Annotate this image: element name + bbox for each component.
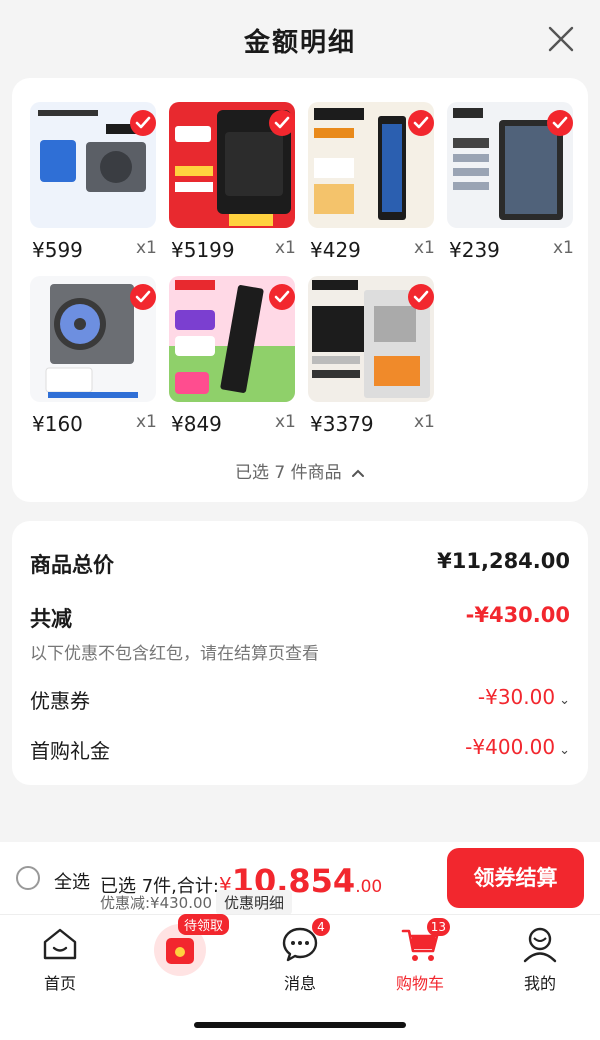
selected-check-icon[interactable]	[269, 284, 295, 310]
selected-count-label: 已选 7 件商品	[234, 463, 342, 483]
pending-badge: 待领取	[178, 914, 230, 935]
cart-icon: 13	[400, 918, 450, 964]
red-packet-icon: 待领取	[152, 914, 230, 978]
tab-mine[interactable]: 我的	[480, 924, 600, 994]
home-icon	[40, 924, 80, 964]
product-qty: x1	[553, 238, 574, 258]
gift-row[interactable]: -¥400.00 ⌄	[465, 735, 570, 759]
selected-check-icon[interactable]	[408, 284, 434, 310]
home-indicator	[194, 1022, 406, 1028]
chevron-down-icon: ⌄	[559, 693, 570, 708]
selected-check-icon[interactable]	[130, 110, 156, 136]
total-label: 商品总价	[30, 553, 114, 577]
coupon-row[interactable]: -¥30.00 ⌄	[478, 685, 570, 709]
select-all-label[interactable]: 全选	[54, 868, 90, 894]
product-price: ¥3379	[310, 412, 374, 436]
product-price: ¥429	[310, 238, 361, 262]
product-price: ¥5199	[171, 238, 235, 262]
tab-messages[interactable]: 4 消息	[240, 918, 360, 994]
price-breakdown-card: 商品总价 ¥11,284.00 共减 -¥430.00 以下优惠不包含红包，请在…	[12, 521, 588, 785]
selected-count-toggle[interactable]: 已选 7 件商品	[12, 458, 588, 483]
close-icon[interactable]	[548, 26, 574, 52]
page-title: 金额明细	[243, 28, 356, 58]
product-price: ¥849	[171, 412, 222, 436]
coupon-label: 优惠券	[30, 689, 90, 713]
checkout-button[interactable]: 领券结算	[447, 848, 584, 908]
gift-value: -¥400.00	[465, 735, 556, 759]
coupon-value: -¥30.00	[477, 685, 556, 709]
total-amount-decimal: .00	[355, 877, 383, 897]
product-price: ¥160	[32, 412, 83, 436]
bottom-bar: 全选 已选 7件,合计:¥10,854.00 优惠减:¥430.00 优惠明细 …	[0, 842, 600, 1040]
discount-summary: 优惠减:¥430.00	[100, 894, 213, 912]
gift-label: 首购礼金	[30, 739, 110, 763]
product-price: ¥599	[32, 238, 83, 262]
tab-pending[interactable]: 待领取	[120, 914, 240, 980]
tab-cart[interactable]: 13 购物车	[360, 918, 480, 994]
user-icon	[520, 924, 560, 964]
selected-check-icon[interactable]	[130, 284, 156, 310]
tab-home-label: 首页	[43, 974, 76, 993]
tab-bar: 首页 待领取 4 消息 13 购物车 我的	[0, 914, 600, 994]
product-qty: x1	[275, 238, 296, 258]
tab-home[interactable]: 首页	[0, 924, 120, 994]
selected-check-icon[interactable]	[269, 110, 295, 136]
product-qty: x1	[414, 412, 435, 432]
product-qty: x1	[136, 412, 157, 432]
product-qty: x1	[136, 238, 157, 258]
select-all-radio[interactable]	[16, 866, 40, 890]
selected-check-icon[interactable]	[547, 110, 573, 136]
message-icon: 4	[280, 918, 330, 964]
product-qty: x1	[414, 238, 435, 258]
discount-detail-button[interactable]: 优惠明细	[216, 890, 293, 915]
chevron-down-icon: ⌄	[559, 743, 570, 758]
reduce-label: 共减	[30, 607, 72, 631]
products-card: ¥599 x1 ¥5199 x1 ¥429 x1 ¥239 x1 ¥160 x1…	[12, 78, 588, 502]
selected-check-icon[interactable]	[408, 110, 434, 136]
tab-messages-label: 消息	[283, 974, 316, 993]
reduce-value: -¥430.00	[465, 603, 570, 627]
product-price: ¥239	[449, 238, 500, 262]
tab-mine-label: 我的	[523, 974, 556, 993]
chevron-up-icon	[351, 463, 365, 483]
discount-note: 以下优惠不包含红包，请在结算页查看	[30, 644, 319, 664]
total-value: ¥11,284.00	[437, 549, 570, 573]
messages-badge: 4	[312, 918, 330, 936]
tab-cart-label: 购物车	[395, 974, 444, 993]
header: 金额明细	[0, 0, 600, 80]
cart-badge: 13	[426, 918, 450, 936]
product-qty: x1	[275, 412, 296, 432]
